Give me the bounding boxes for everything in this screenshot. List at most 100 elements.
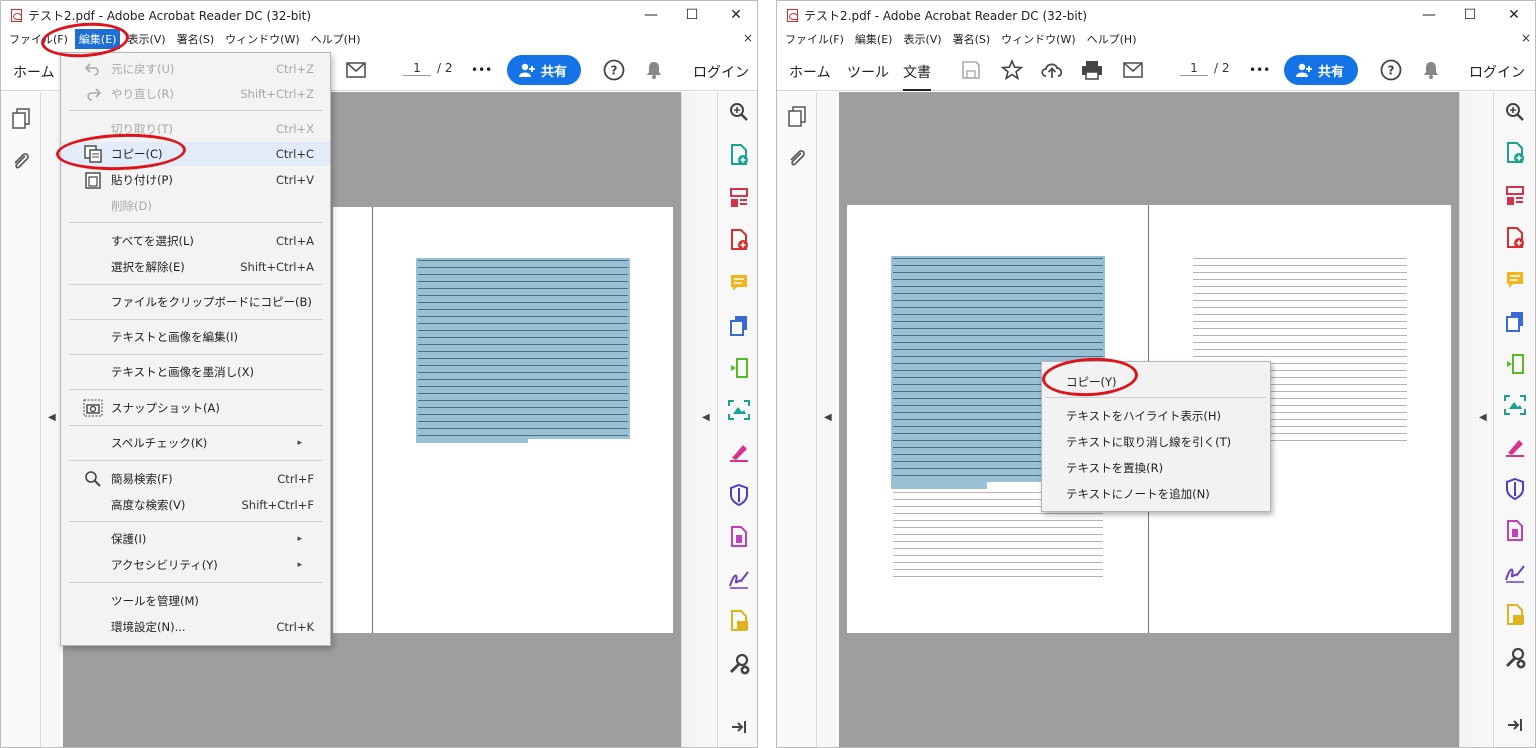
comment-icon[interactable] [728, 272, 750, 294]
combine-files-icon[interactable] [728, 315, 750, 337]
minimize-button[interactable]: — [1406, 1, 1452, 29]
menu-item-undo[interactable]: 元に戻す(U) Ctrl+Z [61, 57, 330, 81]
tab-home[interactable]: ホーム [789, 62, 831, 82]
menu-item-manage-tools[interactable]: ツールを管理(M) [61, 589, 330, 613]
menu-sign[interactable]: 署名(S) [949, 29, 995, 49]
send-comments-icon[interactable] [728, 610, 750, 632]
request-signature-icon[interactable] [728, 568, 750, 590]
context-item-strikethrough[interactable]: テキストに取り消し線を引く(T) [1066, 434, 1231, 450]
menu-help[interactable]: ヘルプ(H) [307, 29, 365, 49]
menu-file[interactable]: ファイル(F) [781, 29, 848, 49]
expand-left-panel-icon[interactable]: ◀ [48, 412, 56, 423]
menu-window[interactable]: ウィンドウ(W) [997, 29, 1079, 49]
attachment-icon[interactable] [11, 150, 31, 176]
tab-home[interactable]: ホーム [13, 62, 55, 82]
compress-pdf-icon[interactable] [728, 526, 750, 548]
tab-document[interactable]: 文書 [903, 62, 931, 91]
organize-pages-icon[interactable] [728, 187, 750, 209]
close-button[interactable]: ✕ [713, 1, 757, 29]
login-button[interactable]: ログイン [693, 62, 749, 82]
print-icon[interactable] [1080, 58, 1104, 82]
context-item-highlight[interactable]: テキストをハイライト表示(H) [1066, 408, 1221, 424]
export-pdf-icon[interactable] [1504, 227, 1526, 249]
left-panel-collapse[interactable]: ◀ [817, 92, 839, 747]
close-button[interactable]: ✕ [1491, 1, 1535, 29]
maximize-button[interactable]: ☐ [669, 1, 715, 29]
menu-view[interactable]: 表示(V) [123, 29, 169, 49]
fill-sign-icon[interactable] [1504, 436, 1526, 458]
menu-edit[interactable]: 編集(E) [851, 29, 897, 49]
menu-item-paste[interactable]: 貼り付け(P) Ctrl+V [61, 168, 330, 192]
compress-pdf-icon[interactable] [1504, 520, 1526, 542]
attachment-icon[interactable] [787, 147, 807, 173]
login-button[interactable]: ログイン [1469, 62, 1525, 82]
create-pdf-icon[interactable] [728, 144, 750, 166]
collapse-tools-icon[interactable] [728, 716, 750, 738]
comment-icon[interactable] [1504, 269, 1526, 291]
document-close-button[interactable]: × [743, 31, 753, 45]
collapse-tools-icon[interactable] [1504, 714, 1526, 736]
edit-pdf-icon[interactable] [728, 357, 750, 379]
help-icon[interactable]: ? [1379, 58, 1403, 82]
more-tools-button[interactable]: ••• [471, 63, 492, 77]
star-icon[interactable] [1000, 58, 1024, 82]
maximize-button[interactable]: ☐ [1447, 1, 1493, 29]
scan-ocr-icon[interactable] [728, 399, 750, 421]
page-number-input[interactable]: 1 [403, 61, 431, 76]
zoom-icon[interactable] [1504, 101, 1526, 123]
expand-right-panel-icon[interactable]: ◀ [1479, 412, 1487, 423]
menu-item-copy-file-clipboard[interactable]: ファイルをクリップボードにコピー(B) [61, 290, 330, 314]
menu-item-advanced-search[interactable]: 高度な検索(V) Shift+Ctrl+F [61, 493, 330, 517]
context-item-add-note[interactable]: テキストにノートを追加(N) [1066, 486, 1210, 502]
vertical-scrollbar[interactable] [681, 92, 695, 747]
minimize-button[interactable]: — [628, 1, 674, 29]
edit-pdf-icon[interactable] [1504, 353, 1526, 375]
more-tools-icon[interactable] [728, 653, 750, 675]
menu-item-edit-text-images[interactable]: テキストと画像を編集(I) [61, 325, 330, 349]
menu-item-delete[interactable]: 削除(D) [61, 194, 330, 218]
right-panel-collapse[interactable]: ◀ [1473, 92, 1493, 747]
protect-icon[interactable] [728, 484, 750, 506]
export-pdf-icon[interactable] [728, 229, 750, 251]
zoom-icon[interactable] [728, 101, 750, 123]
fill-sign-icon[interactable] [728, 441, 750, 463]
expand-right-panel-icon[interactable]: ◀ [702, 412, 710, 423]
organize-pages-icon[interactable] [1504, 185, 1526, 207]
request-signature-icon[interactable] [1504, 562, 1526, 584]
menu-item-deselect[interactable]: 選択を解除(E) Shift+Ctrl+A [61, 255, 330, 279]
menu-sign[interactable]: 署名(S) [173, 29, 219, 49]
share-button[interactable]: 共有 [1284, 55, 1359, 85]
more-tools-button[interactable]: ••• [1249, 63, 1270, 77]
email-icon[interactable] [344, 58, 368, 82]
menu-item-preferences[interactable]: 環境設定(N)... Ctrl+K [61, 615, 330, 639]
menu-window[interactable]: ウィンドウ(W) [221, 29, 303, 49]
menu-view[interactable]: 表示(V) [899, 29, 945, 49]
expand-left-panel-icon[interactable]: ◀ [824, 412, 832, 423]
save-icon[interactable] [959, 58, 983, 82]
bell-icon[interactable] [1419, 58, 1443, 82]
menu-item-redact[interactable]: テキストと画像を墨消し(X) [61, 360, 330, 384]
share-button[interactable]: 共有 [507, 55, 582, 85]
more-tools-icon[interactable] [1504, 647, 1526, 669]
menu-item-spellcheck[interactable]: スペルチェック(K) ▸ [61, 431, 330, 455]
protect-icon[interactable] [1504, 478, 1526, 500]
menu-item-select-all[interactable]: すべてを選択(L) Ctrl+A [61, 229, 330, 253]
vertical-scrollbar[interactable] [1459, 92, 1473, 747]
combine-files-icon[interactable] [1504, 311, 1526, 333]
email-icon[interactable] [1121, 58, 1145, 82]
send-comments-icon[interactable] [1504, 604, 1526, 626]
document-close-button[interactable]: × [1521, 31, 1531, 45]
pages-icon[interactable] [11, 108, 31, 134]
bell-icon[interactable] [642, 58, 666, 82]
page-number-input[interactable]: 1 [1180, 61, 1208, 76]
upload-cloud-icon[interactable] [1040, 58, 1064, 82]
help-icon[interactable]: ? [602, 58, 626, 82]
right-panel-collapse[interactable]: ◀ [695, 92, 717, 747]
menu-item-find[interactable]: 簡易検索(F) Ctrl+F [61, 467, 330, 491]
menu-item-accessibility[interactable]: アクセシビリティ(Y) ▸ [61, 553, 330, 577]
menu-item-redo[interactable]: やり直し(R) Shift+Ctrl+Z [61, 82, 330, 106]
menu-item-protection[interactable]: 保護(I) ▸ [61, 527, 330, 551]
page-indicator[interactable]: 1 / 2 [403, 61, 453, 76]
scan-ocr-icon[interactable] [1504, 394, 1526, 416]
menu-help[interactable]: ヘルプ(H) [1083, 29, 1141, 49]
